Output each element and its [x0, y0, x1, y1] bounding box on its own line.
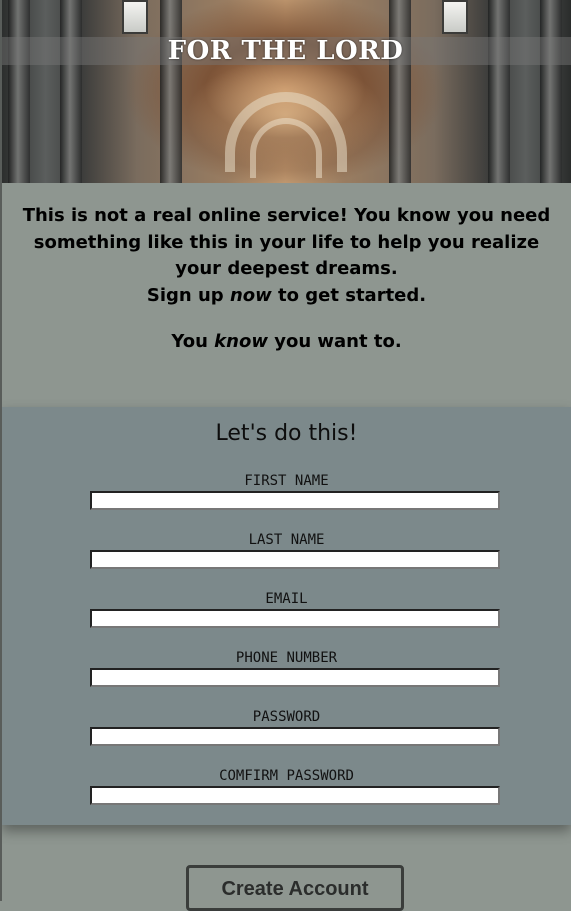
hero-window-decoration	[122, 0, 148, 34]
hero-column-decoration	[160, 0, 182, 183]
hero-column-decoration	[540, 0, 562, 183]
hero-column-decoration	[488, 0, 510, 183]
email-input[interactable]	[90, 609, 500, 628]
signup-cta-after: to get started.	[271, 284, 427, 306]
know-text-after: you want to.	[267, 331, 402, 352]
know-text-before: You	[171, 331, 215, 352]
intro-section: This is not a real online service! You k…	[2, 183, 571, 407]
signup-cta-before: Sign up	[146, 284, 230, 306]
signup-form: Let's do this! FIRST NAME LAST NAME EMAI…	[2, 407, 571, 825]
hero-column-decoration	[60, 0, 82, 183]
form-title: Let's do this!	[215, 421, 358, 446]
create-account-button[interactable]: Create Account	[186, 865, 404, 911]
hero-column-decoration	[389, 0, 411, 183]
signup-cta-text: Sign up now to get started.	[14, 283, 559, 310]
know-text: You know you want to.	[14, 329, 559, 356]
last-name-input[interactable]	[90, 550, 500, 569]
first-name-label: FIRST NAME	[244, 473, 329, 489]
last-name-label: LAST NAME	[248, 532, 325, 548]
know-text-emphasis: know	[214, 331, 268, 352]
phone-number-label: PHONE NUMBER	[235, 650, 338, 666]
hero-window-decoration	[442, 0, 468, 34]
left-edge-divider	[0, 0, 2, 901]
password-label: PASSWORD	[252, 709, 321, 725]
hero-banner: FOR THE LORD	[0, 0, 571, 183]
intro-text: This is not a real online service! You k…	[22, 205, 551, 279]
site-title: FOR THE LORD	[167, 36, 404, 66]
first-name-input[interactable]	[90, 491, 500, 510]
confirm-password-label: COMFIRM PASSWORD	[219, 768, 354, 784]
confirm-password-input[interactable]	[90, 786, 500, 805]
phone-number-input[interactable]	[90, 668, 500, 687]
signup-cta-emphasis: now	[229, 284, 272, 306]
hero-column-decoration	[8, 0, 30, 183]
password-input[interactable]	[90, 727, 500, 746]
email-label: EMAIL	[265, 591, 308, 607]
